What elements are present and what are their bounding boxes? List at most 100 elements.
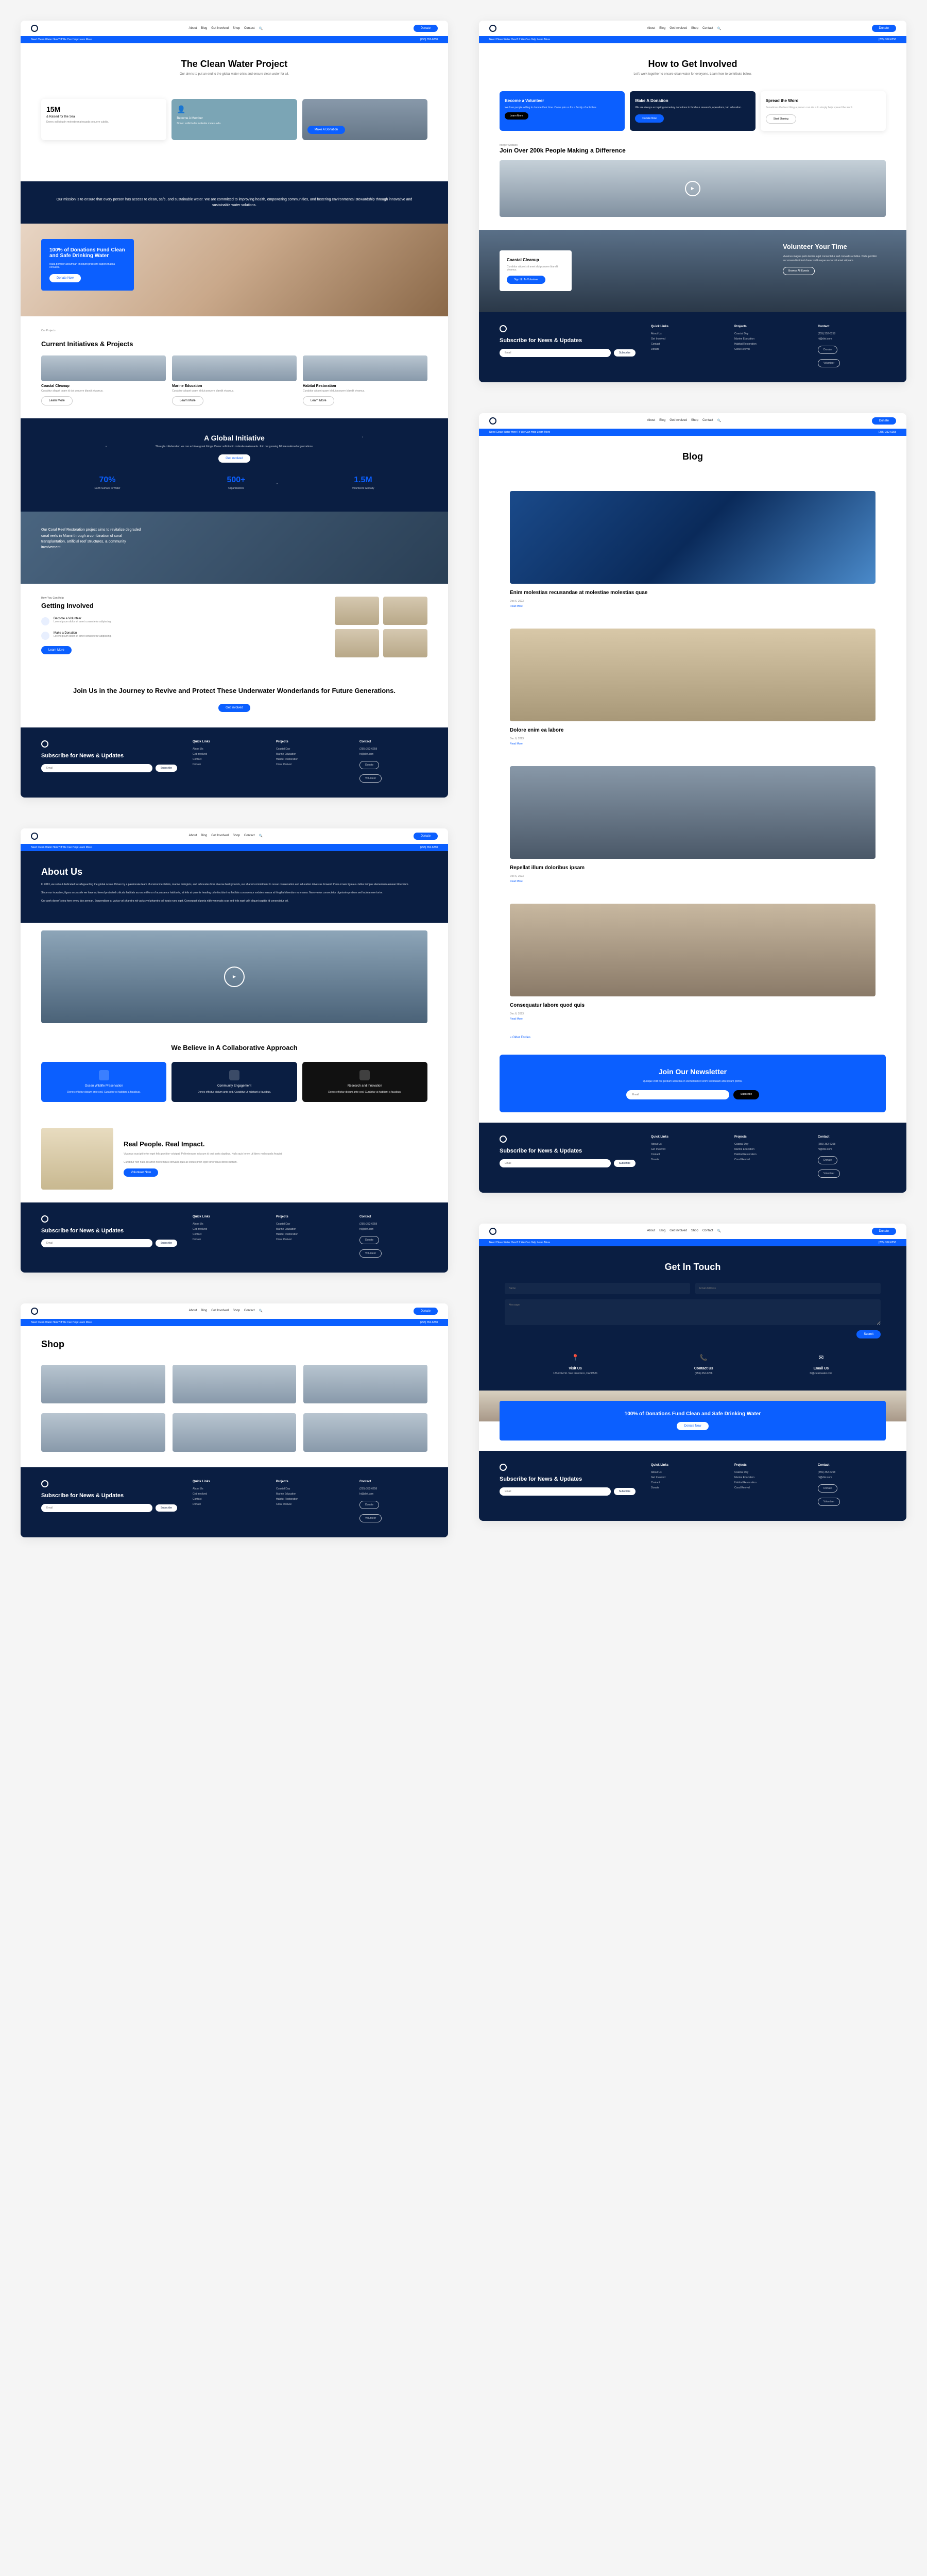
donate-btn[interactable]: Donate [818,346,837,354]
link[interactable]: About Us [651,1471,719,1474]
read-more-link[interactable]: Read More [510,880,876,883]
donate-button[interactable]: Donate [872,417,896,425]
logo-icon[interactable] [31,1308,38,1315]
link[interactable]: Donate [193,763,261,766]
play-icon[interactable]: ▶ [224,967,245,987]
post-title[interactable]: Repellat illum doloribus ipsam [510,865,876,871]
link[interactable]: About Us [651,332,719,335]
email-input[interactable] [41,764,152,772]
donate-now-btn[interactable]: Donate Now [49,274,81,282]
nav-item[interactable]: About [189,1309,197,1313]
search-icon[interactable]: 🔍 [717,27,721,30]
link[interactable]: Coastal Day [734,332,802,335]
volunteer-btn[interactable]: Volunteer [818,1170,840,1178]
name-input[interactable] [505,1283,690,1294]
link[interactable]: About Us [193,748,261,751]
product[interactable] [41,1413,165,1454]
nav-item[interactable]: Contact [702,1229,713,1233]
nav-item[interactable]: About [647,27,656,30]
subscribe-btn[interactable]: Subscribe [614,1160,636,1167]
link[interactable]: Habitat Restoration [276,1498,344,1501]
link[interactable]: About Us [193,1487,261,1490]
nav-item[interactable]: Contact [702,27,713,30]
link[interactable]: About Us [193,1223,261,1226]
link[interactable]: Contact [651,343,719,346]
email-input[interactable] [41,1239,152,1247]
nav-item[interactable]: Blog [201,834,207,838]
card-btn[interactable]: Donate Now [635,114,664,123]
email-input[interactable] [41,1504,152,1512]
nav-item[interactable]: Shop [691,1229,698,1233]
nav-item[interactable]: Blog [659,27,665,30]
donate-button[interactable]: Donate [414,833,438,840]
logo-icon[interactable] [489,25,496,32]
email-input[interactable] [500,1487,611,1496]
link[interactable]: Marine Education [734,1148,802,1151]
link[interactable]: Coral Revival [276,1503,344,1506]
nav-item[interactable]: Get Involved [670,419,687,422]
logo-icon[interactable] [489,1228,496,1235]
nav-item[interactable]: Shop [691,27,698,30]
nav-item[interactable]: Shop [233,834,240,838]
nav-item[interactable]: Get Involved [670,27,687,30]
learn-more-btn[interactable]: Learn More [303,396,334,405]
signup-btn[interactable]: Sign Up To Volunteer [507,276,545,284]
subscribe-btn[interactable]: Subscribe [614,349,636,357]
nav-item[interactable]: About [647,1229,656,1233]
link[interactable]: Contact [193,758,261,761]
donate-btn[interactable]: Donate [359,761,379,769]
learn-more-btn[interactable]: Learn More [172,396,203,405]
search-icon[interactable]: 🔍 [717,419,721,422]
subscribe-btn[interactable]: Subscribe [614,1488,636,1495]
member-card[interactable]: 👤 Become A Member Donec sollicitudin mol… [171,99,297,140]
link[interactable]: Habitat Restoration [276,758,344,761]
email-input[interactable] [626,1090,729,1099]
link[interactable]: Coastal Day [276,1223,344,1226]
logo-icon[interactable] [489,417,496,425]
link[interactable]: Donate [193,1238,261,1241]
donate-btn[interactable]: Donate [359,1236,379,1244]
post-image[interactable] [510,629,876,721]
link[interactable]: Get Involved [651,1148,719,1151]
nav-shop[interactable]: Shop [233,27,240,30]
donate-button[interactable]: Donate [414,1308,438,1315]
nav-contact[interactable]: Contact [244,27,255,30]
link[interactable]: Coastal Day [734,1143,802,1146]
link[interactable]: Habitat Restoration [734,1153,802,1156]
volunteer-btn[interactable]: Volunteer [359,1514,382,1522]
product[interactable] [303,1413,427,1454]
nav-blog[interactable]: Blog [201,27,207,30]
link[interactable]: Contact [651,1481,719,1484]
email-input[interactable] [500,1159,611,1167]
link[interactable]: Coral Revival [734,348,802,351]
link[interactable]: Coral Revival [276,1238,344,1241]
link[interactable]: Marine Education [276,1493,344,1496]
product[interactable] [41,1365,165,1406]
link[interactable]: Contact [193,1233,261,1236]
link[interactable]: Contact [651,1153,719,1156]
email-input[interactable] [695,1283,881,1294]
logo-icon[interactable] [31,833,38,840]
post-image[interactable] [510,904,876,996]
link[interactable]: Marine Education [276,753,344,756]
link[interactable]: Donate [651,1486,719,1489]
volunteer-btn[interactable]: Volunteer Now [124,1168,158,1177]
older-entries-link[interactable]: « Older Entries [479,1031,906,1044]
link[interactable]: Coral Revival [276,763,344,766]
search-icon[interactable]: 🔍 [259,834,263,838]
nav-item[interactable]: Blog [201,1309,207,1313]
nav-item[interactable]: Get Involved [211,834,229,838]
post-title[interactable]: Consequatur labore quod quis [510,1003,876,1008]
nav-item[interactable]: Contact [244,834,255,838]
link[interactable]: Habitat Restoration [734,343,802,346]
post-image[interactable] [510,491,876,584]
card-btn[interactable]: Learn More [505,112,528,120]
link[interactable]: Marine Education [276,1228,344,1231]
volunteer-btn[interactable]: Volunteer [359,774,382,783]
nav-involved[interactable]: Get Involved [211,27,229,30]
link[interactable]: Contact [193,1498,261,1501]
link[interactable]: Get Involved [193,753,261,756]
link[interactable]: Habitat Restoration [734,1481,802,1484]
link[interactable]: Habitat Restoration [276,1233,344,1236]
product[interactable] [173,1365,297,1406]
